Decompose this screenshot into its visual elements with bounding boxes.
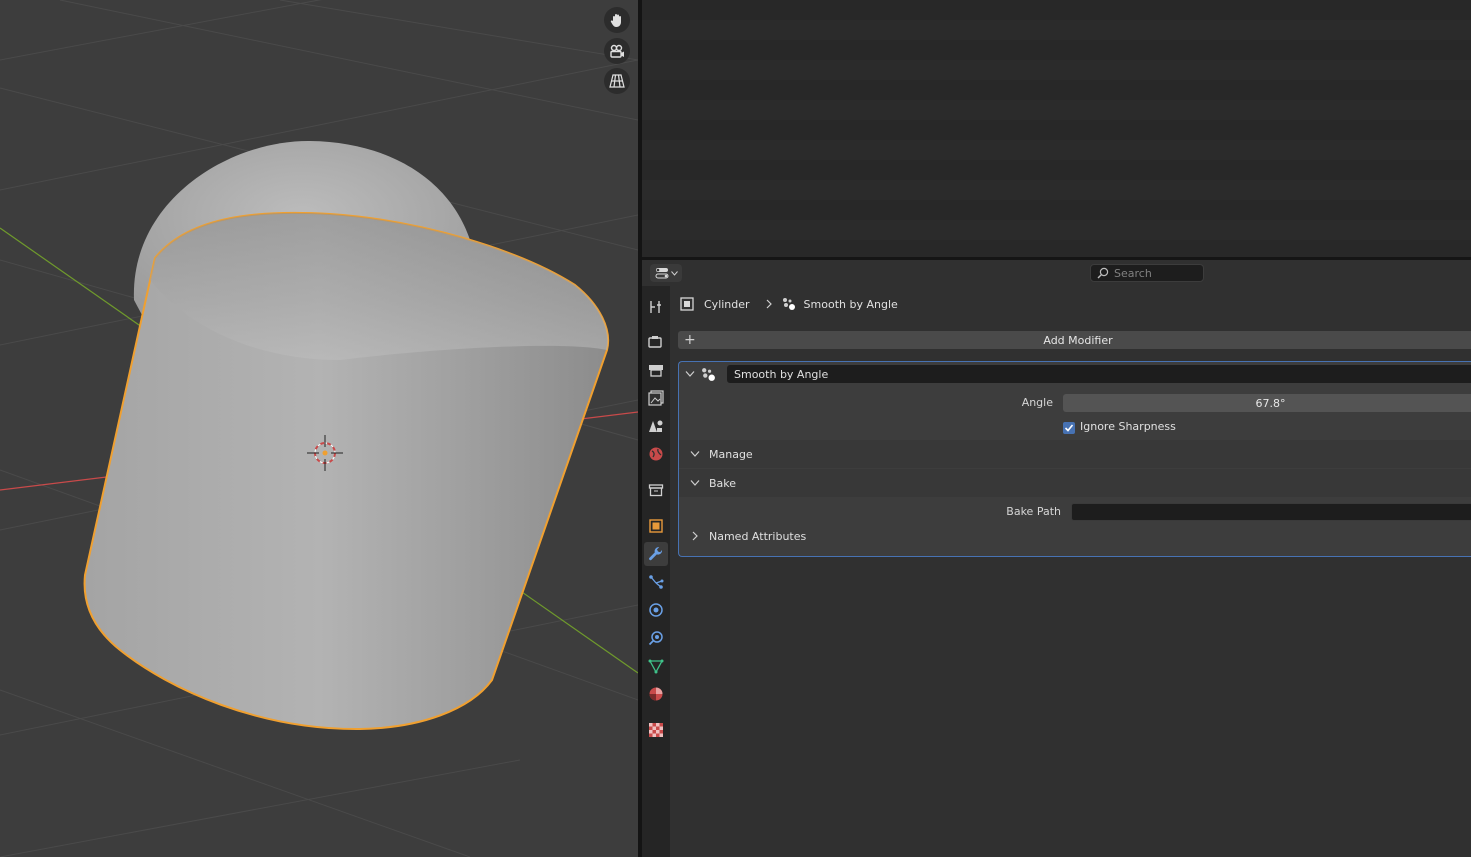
tab-view-layer[interactable] xyxy=(644,386,668,410)
material-icon xyxy=(649,687,663,701)
search-placeholder: Search xyxy=(1114,266,1152,280)
smooth-modifier-icon xyxy=(702,368,715,381)
plus-icon: + xyxy=(684,332,696,348)
camera-view-icon[interactable] xyxy=(604,38,630,64)
breadcrumb-object: Cylinder xyxy=(704,297,750,311)
modifier-header[interactable]: Smooth by Angle xyxy=(679,362,1471,386)
particles-icon xyxy=(649,575,664,589)
tab-constraints[interactable] xyxy=(644,626,668,650)
tab-render[interactable] xyxy=(644,330,668,354)
subpanel-bake-title: Bake xyxy=(709,476,737,490)
physics-icon xyxy=(649,603,663,617)
chevron-right-icon xyxy=(766,299,772,309)
object-icon xyxy=(649,519,663,533)
modifier-name-text: Smooth by Angle xyxy=(734,367,829,381)
properties-header: Search xyxy=(642,260,1471,286)
texture-icon xyxy=(649,723,663,737)
properties-content: Cylinder Smooth by Angle + Add Modifier … xyxy=(670,286,1471,857)
modifier-panel: Smooth by Angle Angle 67.8° Ignore Sharp… xyxy=(678,361,1471,557)
outliner-area[interactable] xyxy=(642,0,1471,257)
tool-icon xyxy=(650,301,661,313)
subpanel-manage[interactable]: Manage xyxy=(679,440,1471,468)
search-input[interactable]: Search xyxy=(1090,264,1204,282)
angle-label: Angle xyxy=(1021,396,1053,409)
search-icon xyxy=(1097,267,1109,279)
add-modifier-button[interactable]: + Add Modifier xyxy=(678,331,1471,349)
tab-texture[interactable] xyxy=(644,718,668,742)
collection-icon xyxy=(648,484,664,497)
subpanel-named-attributes-title: Named Attributes xyxy=(709,529,807,543)
constraints-icon xyxy=(648,631,663,646)
mesh-data-icon xyxy=(648,659,664,674)
checkmark-icon xyxy=(1064,424,1074,432)
properties-editor: Search Cylinder Smooth by Angle + Add Mo… xyxy=(642,260,1471,857)
ignore-sharpness-label: Ignore Sharpness xyxy=(1080,420,1176,433)
view-layer-icon xyxy=(648,390,664,406)
ignore-sharpness-checkbox[interactable] xyxy=(1063,422,1075,434)
tab-tool[interactable] xyxy=(644,295,668,319)
add-modifier-label: Add Modifier xyxy=(1043,333,1113,347)
tab-modifiers[interactable] xyxy=(644,542,668,566)
output-icon xyxy=(649,365,663,377)
render-icon xyxy=(648,336,662,348)
tab-collection[interactable] xyxy=(644,478,668,502)
world-icon xyxy=(649,447,663,461)
smooth-modifier-icon xyxy=(782,298,795,310)
tab-data[interactable] xyxy=(644,654,668,678)
breadcrumb: Cylinder Smooth by Angle xyxy=(680,294,898,314)
3d-viewport[interactable] xyxy=(0,0,638,857)
tab-scene[interactable] xyxy=(644,414,668,438)
chevron-down-icon[interactable] xyxy=(685,370,695,378)
chevron-down-icon xyxy=(690,451,700,457)
angle-slider[interactable]: 67.8° xyxy=(1063,394,1471,412)
tab-output[interactable] xyxy=(644,358,668,382)
object-icon xyxy=(680,297,694,311)
tab-material[interactable] xyxy=(644,682,668,706)
subpanel-bake[interactable]: Bake xyxy=(679,469,1471,497)
editor-type-dropdown[interactable] xyxy=(650,264,682,282)
wrench-icon xyxy=(649,547,663,561)
tab-particles[interactable] xyxy=(644,570,668,594)
properties-tab-bar xyxy=(642,286,670,857)
grid-perspective-icon[interactable] xyxy=(604,68,630,94)
angle-value: 67.8° xyxy=(1255,396,1286,410)
tab-world[interactable] xyxy=(644,442,668,466)
viewport-scene xyxy=(0,0,638,857)
bake-path-label: Bake Path xyxy=(1006,505,1061,518)
tab-object[interactable] xyxy=(644,514,668,538)
subpanel-named-attributes[interactable]: Named Attributes xyxy=(679,525,1471,547)
bake-path-input[interactable] xyxy=(1071,503,1471,521)
hand-pan-icon[interactable] xyxy=(604,7,630,33)
subpanel-manage-title: Manage xyxy=(709,447,753,461)
chevron-down-icon xyxy=(690,480,700,486)
modifier-name-field[interactable]: Smooth by Angle xyxy=(727,365,1471,383)
properties-editor-icon xyxy=(655,268,668,279)
chevron-down-icon xyxy=(670,270,678,276)
tab-physics[interactable] xyxy=(644,598,668,622)
breadcrumb-modifier: Smooth by Angle xyxy=(803,297,898,311)
scene-icon xyxy=(649,420,663,432)
chevron-right-icon xyxy=(692,531,698,541)
